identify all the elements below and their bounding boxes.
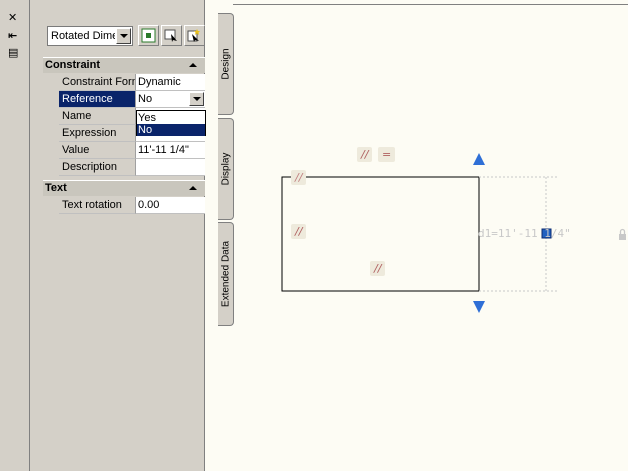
row-indent bbox=[43, 74, 59, 176]
collapse-icon[interactable] bbox=[189, 186, 197, 190]
grid-row[interactable]: Constraint Form Dynamic bbox=[59, 74, 205, 91]
reference-select[interactable]: No bbox=[136, 91, 205, 108]
select-objects-button[interactable] bbox=[161, 25, 182, 46]
row-value[interactable]: 11'-11 1/4" bbox=[136, 142, 205, 159]
dropdown-option-yes[interactable]: Yes bbox=[137, 112, 205, 124]
quick-select-button[interactable] bbox=[184, 25, 205, 46]
reference-dropdown-list: Yes No bbox=[136, 110, 206, 136]
category-text-title: Text bbox=[45, 182, 67, 194]
perpendicular-constraint-icon[interactable]: // bbox=[291, 170, 307, 185]
grip-arrow-up-icon[interactable] bbox=[473, 153, 485, 165]
reference-value: No bbox=[138, 93, 153, 105]
row-label: Name bbox=[59, 108, 136, 125]
drawing-canvas[interactable]: d1=11'-11 1/4" // = // // // bbox=[235, 5, 628, 471]
row-value[interactable] bbox=[136, 159, 205, 176]
row-label: Reference bbox=[59, 91, 136, 108]
dimension-label[interactable]: d1=11'-11 1/4" bbox=[478, 227, 571, 240]
grip-arrow-down-icon[interactable] bbox=[473, 301, 485, 313]
grid-row[interactable]: Text rotation 0.00 bbox=[59, 197, 205, 214]
grid-row[interactable]: Value 11'-11 1/4" bbox=[59, 142, 205, 159]
row-label: Constraint Form bbox=[59, 74, 136, 91]
chevron-down-icon[interactable] bbox=[116, 28, 131, 44]
chevron-down-icon[interactable] bbox=[189, 92, 204, 106]
object-type-value: Rotated Dimer bbox=[51, 30, 115, 42]
object-type-select[interactable]: Rotated Dimer bbox=[47, 26, 133, 46]
properties-icon[interactable]: ▤ bbox=[8, 47, 18, 59]
row-label: Value bbox=[59, 142, 136, 159]
autohide-icon[interactable]: ⇤ bbox=[8, 30, 17, 42]
category-constraint[interactable]: Constraint bbox=[43, 57, 205, 73]
row-value[interactable]: Dynamic bbox=[136, 74, 205, 91]
palette-title-strip: ✕ ⇤ ▤ bbox=[0, 0, 30, 471]
tab-display-label: Display bbox=[220, 152, 232, 186]
tab-display[interactable]: Display bbox=[218, 118, 234, 220]
tab-design[interactable]: Design bbox=[218, 13, 234, 115]
tab-extended-data[interactable]: Extended Data bbox=[218, 222, 234, 326]
quick-select-icon bbox=[187, 29, 200, 42]
parallel-constraint-icon[interactable]: // bbox=[291, 224, 307, 239]
row-indent bbox=[43, 197, 59, 214]
row-label: Expression bbox=[59, 125, 136, 142]
equal-constraint-icon[interactable]: = bbox=[378, 147, 396, 162]
category-text[interactable]: Text bbox=[43, 180, 205, 196]
select-objects-icon bbox=[164, 29, 177, 42]
toggle-pickadd-button[interactable] bbox=[138, 25, 159, 46]
dropdown-option-no[interactable]: No bbox=[137, 124, 205, 136]
row-label: Text rotation bbox=[59, 197, 136, 214]
lock-icon bbox=[619, 228, 626, 240]
tab-extended-data-label: Extended Data bbox=[220, 240, 232, 308]
parallel-constraint-icon[interactable]: // bbox=[370, 261, 386, 276]
row-label: Description bbox=[59, 159, 136, 176]
close-icon[interactable]: ✕ bbox=[8, 12, 17, 24]
category-constraint-title: Constraint bbox=[45, 59, 100, 71]
row-value[interactable]: 0.00 bbox=[136, 197, 205, 214]
toggle-pickadd-icon bbox=[141, 28, 156, 43]
grid-row[interactable]: Description bbox=[59, 159, 205, 176]
grid-row-selected[interactable]: Reference No bbox=[59, 91, 205, 108]
tab-design-label: Design bbox=[220, 48, 232, 80]
parallel-constraint-icon[interactable]: // bbox=[357, 147, 373, 162]
collapse-icon[interactable] bbox=[189, 63, 197, 67]
